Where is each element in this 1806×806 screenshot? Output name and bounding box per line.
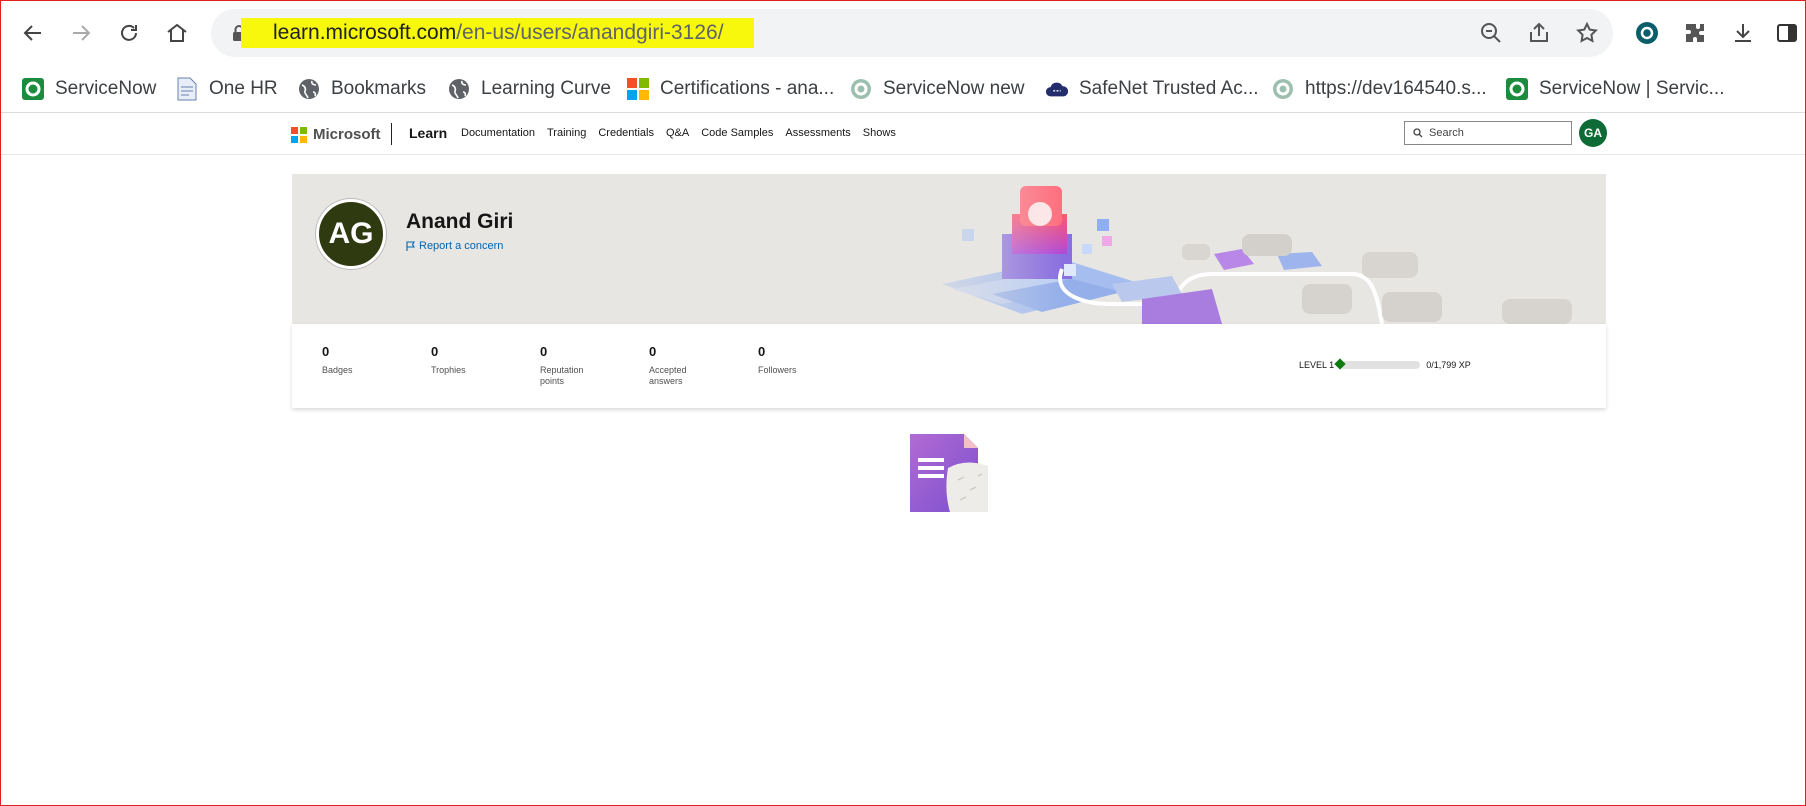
globe-icon — [297, 77, 321, 101]
url-path: /en-us/users/anandgiri-3126/ — [456, 21, 724, 44]
brand-name: Microsoft — [313, 126, 381, 143]
bookmark-servicenow-new[interactable]: ServiceNow new — [849, 73, 1025, 105]
bookmark-star-icon[interactable] — [1575, 21, 1599, 45]
servicenow-icon — [849, 77, 873, 101]
address-bar[interactable]: learn.microsoft.com/en-us/users/anandgir… — [211, 9, 1613, 57]
stat-trophies[interactable]: 0 Trophies — [431, 344, 521, 376]
home-button[interactable] — [159, 15, 195, 51]
xp-progress-bar — [1334, 358, 1421, 370]
bookmarks-bar: ServiceNow One HR Bookmarks Learning Cur… — [1, 65, 1805, 113]
reload-icon — [121, 24, 137, 41]
downloads-button[interactable] — [1727, 17, 1759, 49]
stat-label: Followers — [758, 365, 797, 375]
arrow-right-icon — [73, 25, 91, 41]
level-diamond-icon — [1334, 358, 1346, 370]
report-concern-link[interactable]: Report a concern — [406, 240, 503, 252]
bookmark-label: Certifications - ana... — [660, 78, 835, 99]
bookmark-learning-curve[interactable]: Learning Curve — [447, 73, 611, 105]
bookmark-servicenow-service[interactable]: ServiceNow | Servic... — [1505, 73, 1724, 105]
extensions-button[interactable] — [1679, 17, 1711, 49]
bookmark-one-hr[interactable]: One HR — [175, 73, 278, 105]
nav-training[interactable]: Training — [547, 127, 586, 139]
back-button[interactable] — [15, 15, 51, 51]
reload-button[interactable] — [111, 15, 147, 51]
stat-badges[interactable]: 0 Badges — [322, 344, 412, 376]
bookmark-label: ServiceNow — [55, 78, 157, 99]
download-icon — [1735, 24, 1751, 42]
stat-value: 0 — [649, 344, 657, 359]
level-label: LEVEL 1 — [1299, 360, 1335, 370]
document-icon — [175, 77, 199, 101]
nav-qa[interactable]: Q&A — [666, 127, 689, 139]
gear-extension-icon — [1636, 22, 1658, 44]
home-icon — [167, 23, 187, 42]
bookmark-safenet[interactable]: SafeNet Trusted Ac... — [1045, 73, 1259, 105]
report-concern-label: Report a concern — [419, 240, 504, 252]
arrow-left-icon — [23, 25, 41, 41]
bookmark-label: ServiceNow new — [883, 78, 1025, 99]
puzzle-icon — [1686, 24, 1704, 42]
search-input[interactable]: Search — [1404, 121, 1572, 145]
stat-reputation[interactable]: 0 Reputation points — [540, 344, 592, 387]
stat-label: Badges — [322, 365, 353, 375]
servicenow-icon — [1271, 77, 1295, 101]
profile-avatar: AG — [316, 199, 386, 269]
side-panel-icon — [1777, 24, 1797, 42]
user-avatar[interactable]: GA — [1579, 119, 1607, 147]
search-icon — [1413, 128, 1423, 138]
stat-value: 0 — [322, 344, 330, 359]
nav-assessments[interactable]: Assessments — [785, 127, 850, 139]
flag-icon — [406, 240, 415, 251]
search-placeholder: Search — [1429, 127, 1464, 139]
extension-button[interactable] — [1631, 17, 1663, 49]
url-text[interactable]: learn.microsoft.com/en-us/users/anandgir… — [241, 18, 754, 48]
side-panel-button[interactable] — [1771, 17, 1803, 49]
nav-documentation[interactable]: Documentation — [461, 127, 535, 139]
cloud-icon — [1045, 77, 1069, 101]
bookmark-dev-instance[interactable]: https://dev164540.s... — [1271, 73, 1487, 105]
zoom-out-icon[interactable] — [1479, 21, 1503, 45]
xp-text: 0/1,799 XP — [1426, 360, 1471, 370]
header-divider — [391, 123, 392, 145]
profile-stats: 0 Badges 0 Trophies 0 Reputation points … — [292, 324, 1606, 408]
bookmark-label: SafeNet Trusted Ac... — [1079, 78, 1259, 99]
banner-illustration — [882, 174, 1606, 324]
share-icon[interactable] — [1527, 21, 1551, 45]
bookmark-label: https://dev164540.s... — [1305, 78, 1487, 99]
nav-code-samples[interactable]: Code Samples — [701, 127, 773, 139]
servicenow-icon — [1505, 77, 1529, 101]
learn-home-link[interactable]: Learn — [409, 125, 447, 141]
bookmark-certifications[interactable]: Certifications - ana... — [626, 73, 834, 105]
globe-icon — [447, 77, 471, 101]
browser-toolbar: learn.microsoft.com/en-us/users/anandgir… — [1, 1, 1805, 65]
bookmark-label: Learning Curve — [481, 78, 611, 99]
level-indicator: LEVEL 1 0/1,799 XP — [1299, 358, 1471, 370]
stat-value: 0 — [431, 344, 439, 359]
stat-followers[interactable]: 0 Followers — [758, 344, 848, 376]
microsoft-logo-icon — [291, 126, 307, 143]
learn-nav: Documentation Training Credentials Q&A C… — [461, 127, 896, 139]
stat-value: 0 — [758, 344, 766, 359]
stat-value: 0 — [540, 344, 548, 359]
url-host: learn.microsoft.com — [273, 21, 457, 44]
microsoft-logo[interactable]: Microsoft — [291, 126, 381, 143]
profile-banner: AG Anand Giri Report a concern — [292, 174, 1606, 324]
stat-label: Accepted answers — [649, 365, 687, 386]
profile-name: Anand Giri — [406, 210, 514, 233]
nav-credentials[interactable]: Credentials — [598, 127, 654, 139]
empty-document-icon — [910, 434, 988, 512]
stat-label: Trophies — [431, 365, 466, 375]
bookmark-label: Bookmarks — [331, 78, 427, 99]
learn-header: Microsoft Learn Documentation Training C… — [1, 113, 1805, 155]
nav-shows[interactable]: Shows — [863, 127, 896, 139]
bookmark-servicenow[interactable]: ServiceNow — [21, 73, 156, 105]
bookmark-bookmarks[interactable]: Bookmarks — [297, 73, 426, 105]
microsoft-icon — [626, 77, 650, 101]
forward-button[interactable] — [63, 15, 99, 51]
stat-label: Reputation points — [540, 365, 584, 386]
servicenow-icon — [21, 77, 45, 101]
bookmark-label: ServiceNow | Servic... — [1539, 78, 1725, 99]
bookmark-label: One HR — [209, 78, 278, 99]
stat-accepted-answers[interactable]: 0 Accepted answers — [649, 344, 699, 387]
